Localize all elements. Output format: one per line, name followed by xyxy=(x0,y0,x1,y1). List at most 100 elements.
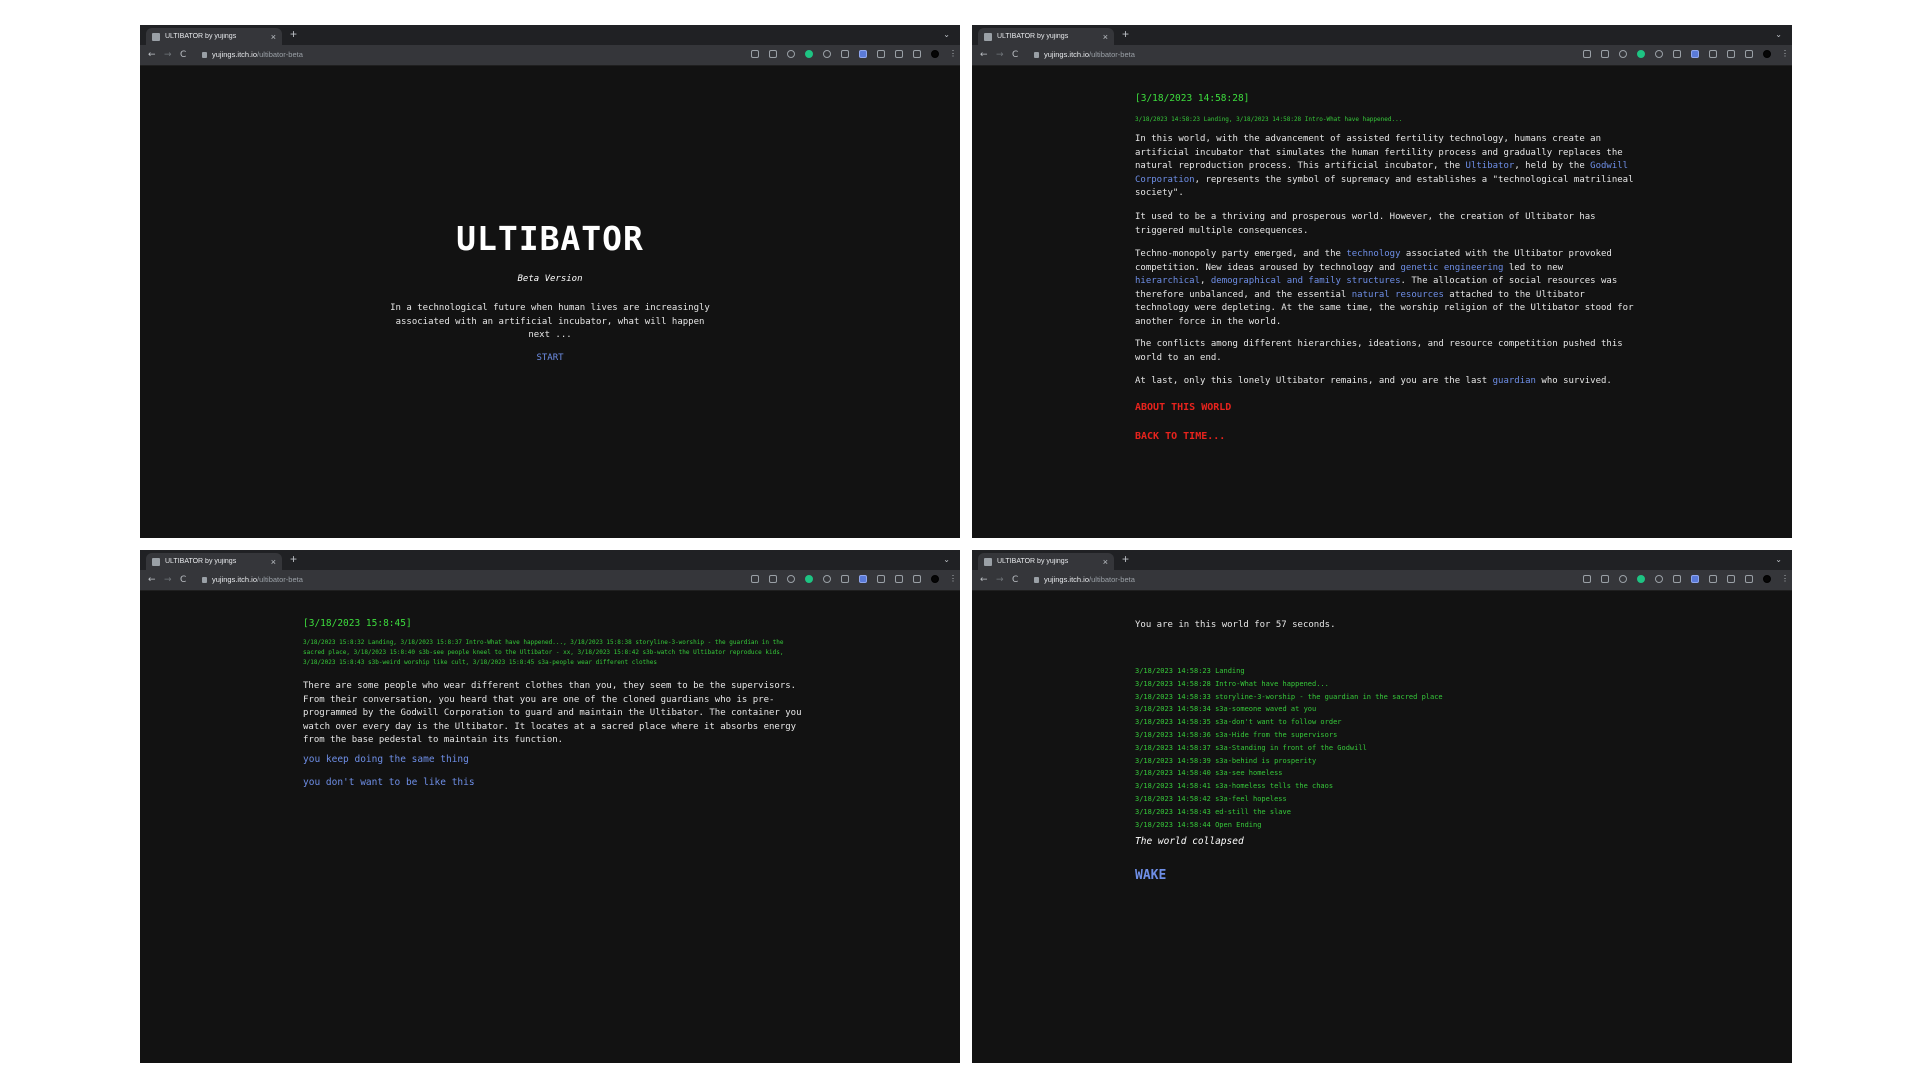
reading-list-icon[interactable] xyxy=(895,575,903,583)
extension-icon[interactable] xyxy=(1673,575,1681,583)
forward-icon[interactable]: → xyxy=(164,48,172,62)
sidepanel-icon[interactable] xyxy=(913,575,921,583)
back-icon[interactable]: ← xyxy=(148,573,156,587)
profile-icon[interactable] xyxy=(1763,575,1771,583)
extension-icon[interactable] xyxy=(1673,50,1681,58)
browser-tab[interactable]: ULTIBATOR by yujings × xyxy=(146,28,282,45)
close-tab-icon[interactable]: × xyxy=(271,32,276,42)
menu-icon[interactable]: ⋮ xyxy=(1781,50,1789,58)
puzzle-icon[interactable] xyxy=(1709,575,1717,583)
choice-keep-doing[interactable]: you keep doing the same thing xyxy=(303,754,469,765)
puzzle-icon[interactable] xyxy=(1709,50,1717,58)
keyword-ultibator[interactable]: Ultibator xyxy=(1466,161,1515,171)
keyword-natural-resources[interactable]: natural resources xyxy=(1352,290,1444,300)
keyword-demographical[interactable]: demographical and family structures xyxy=(1211,276,1401,286)
star-icon[interactable] xyxy=(1619,575,1627,583)
browser-tab[interactable]: ULTIBATOR by yujings × xyxy=(978,553,1114,570)
new-tab-button[interactable]: + xyxy=(1122,27,1129,41)
menu-icon[interactable]: ⋮ xyxy=(949,50,957,58)
about-world-link[interactable]: ABOUT THIS WORLD xyxy=(1135,402,1231,413)
keyword-hierarchical[interactable]: hierarchical xyxy=(1135,276,1200,286)
log-entry: 3/18/2023 14:58:34 s3a-someone waved at … xyxy=(1135,705,1317,714)
share-icon[interactable] xyxy=(769,50,777,58)
menu-icon[interactable]: ⋮ xyxy=(949,575,957,583)
reload-icon[interactable]: C xyxy=(1012,48,1018,62)
menu-icon[interactable]: ⋮ xyxy=(1781,575,1789,583)
star-icon[interactable] xyxy=(787,50,795,58)
wake-button[interactable]: WAKE xyxy=(1135,868,1166,883)
reload-icon[interactable]: C xyxy=(1012,573,1018,587)
translate-icon[interactable] xyxy=(1583,575,1591,583)
close-tab-icon[interactable]: × xyxy=(1103,557,1108,567)
reload-icon[interactable]: C xyxy=(180,48,186,62)
translate-icon[interactable] xyxy=(1583,50,1591,58)
address-bar[interactable]: yujings.itch.io/ultibator-beta xyxy=(1034,49,1135,61)
tab-search-icon[interactable]: ⌄ xyxy=(943,30,950,39)
translate-icon[interactable] xyxy=(751,50,759,58)
keyword-guardian[interactable]: guardian xyxy=(1493,376,1536,386)
circle-icon[interactable] xyxy=(1655,50,1663,58)
share-icon[interactable] xyxy=(1601,50,1609,58)
share-icon[interactable] xyxy=(769,575,777,583)
reading-list-icon[interactable] xyxy=(895,50,903,58)
browser-tab[interactable]: ULTIBATOR by yujings × xyxy=(978,28,1114,45)
tab-search-icon[interactable]: ⌄ xyxy=(943,555,950,564)
story-paragraph: In this world, with the advancement of a… xyxy=(1135,133,1635,201)
reload-icon[interactable]: C xyxy=(180,573,186,587)
start-button[interactable]: START xyxy=(140,353,960,363)
sidepanel-icon[interactable] xyxy=(1745,50,1753,58)
circle-icon[interactable] xyxy=(823,50,831,58)
new-tab-button[interactable]: + xyxy=(290,552,297,566)
log-entry: 3/18/2023 14:58:41 s3a-homeless tells th… xyxy=(1135,782,1334,791)
share-icon[interactable] xyxy=(1601,575,1609,583)
close-tab-icon[interactable]: × xyxy=(271,557,276,567)
new-tab-button[interactable]: + xyxy=(290,27,297,41)
tab-search-icon[interactable]: ⌄ xyxy=(1775,30,1782,39)
profile-icon[interactable] xyxy=(931,50,939,58)
text: At last, only this lonely Ultibator rema… xyxy=(1135,376,1493,386)
keyword-technology[interactable]: technology xyxy=(1346,249,1400,259)
browser-tab[interactable]: ULTIBATOR by yujings × xyxy=(146,553,282,570)
grammarly-icon[interactable] xyxy=(1637,50,1645,58)
photo-icon[interactable] xyxy=(1691,575,1699,583)
address-bar[interactable]: yujings.itch.io/ultibator-beta xyxy=(202,574,303,586)
circle-icon[interactable] xyxy=(823,575,831,583)
address-bar[interactable]: yujings.itch.io/ultibator-beta xyxy=(1034,574,1135,586)
translate-icon[interactable] xyxy=(751,575,759,583)
forward-icon[interactable]: → xyxy=(996,48,1004,62)
profile-icon[interactable] xyxy=(1763,50,1771,58)
grammarly-icon[interactable] xyxy=(805,50,813,58)
reading-list-icon[interactable] xyxy=(1727,50,1735,58)
star-icon[interactable] xyxy=(787,575,795,583)
grammarly-icon[interactable] xyxy=(1637,575,1645,583)
forward-icon[interactable]: → xyxy=(164,573,172,587)
tab-title: ULTIBATOR by yujings xyxy=(997,33,1069,40)
back-icon[interactable]: ← xyxy=(980,573,988,587)
sidepanel-icon[interactable] xyxy=(1745,575,1753,583)
profile-icon[interactable] xyxy=(931,575,939,583)
puzzle-icon[interactable] xyxy=(877,575,885,583)
extension-icon[interactable] xyxy=(841,575,849,583)
close-tab-icon[interactable]: × xyxy=(1103,32,1108,42)
photo-icon[interactable] xyxy=(1691,50,1699,58)
star-icon[interactable] xyxy=(1619,50,1627,58)
photo-icon[interactable] xyxy=(859,575,867,583)
extension-icon[interactable] xyxy=(841,50,849,58)
photo-icon[interactable] xyxy=(859,50,867,58)
keyword-genetic-engineering[interactable]: genetic engineering xyxy=(1401,263,1504,273)
log-entry: 3/18/2023 14:58:35 s3a-don't want to fol… xyxy=(1135,718,1342,727)
back-icon[interactable]: ← xyxy=(148,48,156,62)
choice-refuse[interactable]: you don't want to be like this xyxy=(303,777,475,788)
url-path: /ultibator-beta xyxy=(257,575,303,584)
back-to-time-link[interactable]: BACK TO TIME... xyxy=(1135,431,1225,442)
sidepanel-icon[interactable] xyxy=(913,50,921,58)
tab-search-icon[interactable]: ⌄ xyxy=(1775,555,1782,564)
grammarly-icon[interactable] xyxy=(805,575,813,583)
back-icon[interactable]: ← xyxy=(980,48,988,62)
puzzle-icon[interactable] xyxy=(877,50,885,58)
new-tab-button[interactable]: + xyxy=(1122,552,1129,566)
forward-icon[interactable]: → xyxy=(996,573,1004,587)
address-bar[interactable]: yujings.itch.io/ultibator-beta xyxy=(202,49,303,61)
circle-icon[interactable] xyxy=(1655,575,1663,583)
reading-list-icon[interactable] xyxy=(1727,575,1735,583)
